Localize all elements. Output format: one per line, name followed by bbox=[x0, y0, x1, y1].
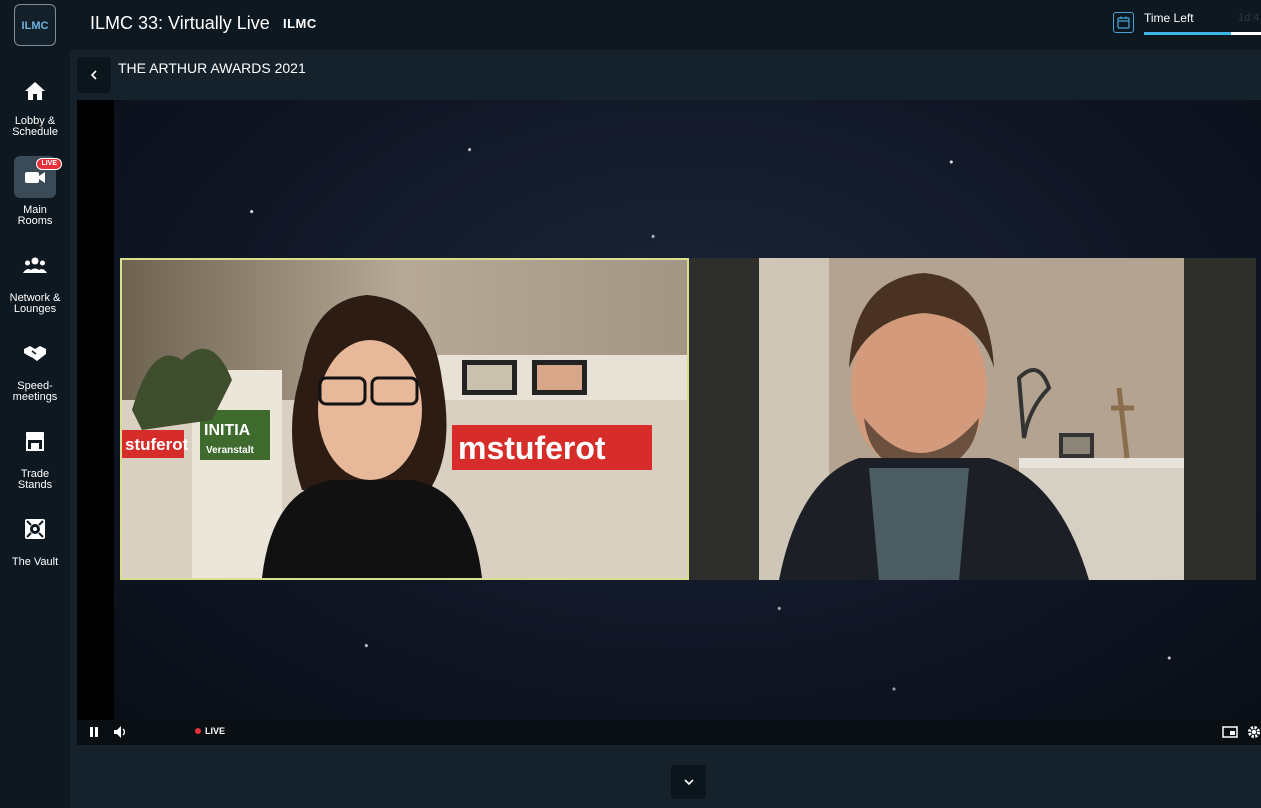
participant-right-image bbox=[689, 258, 1256, 580]
ilmc-logo-icon: ILMC bbox=[22, 20, 49, 32]
sidebar-item-lobby[interactable]: Lobby & Schedule bbox=[0, 70, 70, 138]
svg-text:ILMC: ILMC bbox=[22, 20, 49, 32]
handshake-icon bbox=[14, 332, 56, 374]
sidebar-item-label: Speed-meetings bbox=[12, 380, 58, 403]
session-title: THE ARTHUR AWARDS 2021 bbox=[118, 60, 306, 76]
picture-in-picture-button[interactable] bbox=[1222, 725, 1238, 739]
chevron-down-icon bbox=[683, 779, 694, 786]
live-label: LIVE bbox=[205, 726, 226, 736]
time-left-progress bbox=[1144, 32, 1261, 35]
participant-left-image: stuferot INITIA Veranstalt mstuferot bbox=[122, 260, 687, 578]
app-window: ILMC ILMC 33: Virtually Live ILMC Time L… bbox=[0, 0, 1261, 808]
sidebar-item-vault[interactable]: The Vault bbox=[0, 508, 70, 568]
chevron-left-icon bbox=[90, 70, 97, 80]
picture-in-picture-icon bbox=[1222, 726, 1238, 738]
participant-video-right bbox=[689, 258, 1256, 580]
live-badge: LIVE bbox=[36, 158, 62, 170]
sidebar-item-trade-stands[interactable]: Trade Stands bbox=[0, 420, 70, 491]
back-button[interactable] bbox=[77, 57, 111, 93]
live-indicator: LIVE bbox=[195, 726, 225, 736]
sidebar-item-label: The Vault bbox=[11, 556, 59, 568]
sidebar: Lobby & Schedule LIVE Main Rooms Network… bbox=[0, 50, 70, 808]
svg-text:stuferot: stuferot bbox=[125, 435, 189, 454]
people-icon bbox=[14, 244, 56, 286]
calendar-icon bbox=[1117, 16, 1130, 29]
pause-button[interactable] bbox=[88, 725, 100, 739]
home-icon bbox=[14, 70, 56, 112]
sidebar-item-label: Lobby & Schedule bbox=[12, 115, 58, 138]
settings-button[interactable] bbox=[1247, 725, 1261, 739]
sidebar-item-speed-meetings[interactable]: Speed-meetings bbox=[0, 332, 70, 403]
sidebar-item-main-rooms[interactable]: LIVE Main Rooms bbox=[0, 156, 70, 227]
player-controls: LIVE bbox=[77, 720, 1261, 745]
volume-icon bbox=[114, 726, 126, 738]
volume-button[interactable] bbox=[113, 725, 129, 739]
live-dot-icon bbox=[195, 728, 201, 734]
gear-icon bbox=[1248, 726, 1260, 738]
svg-text:Veranstalt: Veranstalt bbox=[206, 445, 254, 456]
schedule-button[interactable] bbox=[1113, 12, 1134, 33]
brand-label: ILMC bbox=[283, 16, 317, 31]
time-left-value: 1d:4 bbox=[1238, 12, 1260, 24]
vault-icon bbox=[14, 508, 56, 550]
storefront-icon bbox=[14, 420, 56, 462]
top-bar: ILMC ILMC 33: Virtually Live ILMC Time L… bbox=[0, 0, 1261, 50]
video-camera-icon: LIVE bbox=[14, 156, 62, 198]
svg-text:mstuferot: mstuferot bbox=[458, 430, 606, 466]
time-left-label: Time Left bbox=[1144, 11, 1194, 25]
sidebar-item-network[interactable]: Network & Lounges bbox=[0, 244, 70, 315]
event-title: ILMC 33: Virtually Live bbox=[90, 13, 270, 33]
time-left-progress-fill bbox=[1144, 32, 1231, 35]
pause-icon bbox=[90, 727, 98, 737]
svg-text:INITIA: INITIA bbox=[204, 422, 251, 439]
expand-panel-button[interactable] bbox=[671, 765, 706, 799]
event-logo[interactable]: ILMC bbox=[14, 4, 56, 46]
sidebar-item-label: Network & Lounges bbox=[9, 292, 61, 315]
participant-video-left: stuferot INITIA Veranstalt mstuferot bbox=[120, 258, 689, 580]
sidebar-item-label: Main Rooms bbox=[17, 204, 53, 227]
sidebar-item-label: Trade Stands bbox=[17, 468, 53, 491]
video-player[interactable]: stuferot INITIA Veranstalt mstuferot LIV… bbox=[77, 100, 1261, 745]
